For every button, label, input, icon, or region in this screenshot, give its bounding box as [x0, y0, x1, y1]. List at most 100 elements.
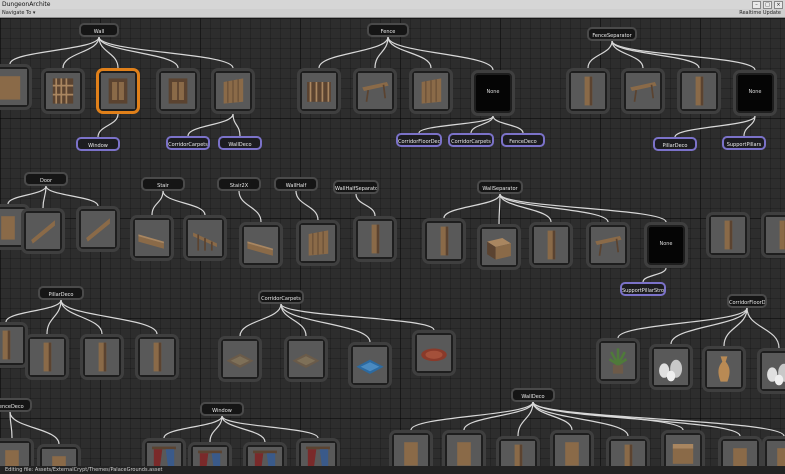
node-walldeco2[interactable]: WallDeco [511, 388, 555, 402]
mesh-tile[interactable] [296, 220, 340, 266]
mesh-tile[interactable] [96, 68, 140, 114]
node-fencesep[interactable]: FenceSeparator [587, 27, 637, 41]
mesh-tile[interactable] [76, 206, 120, 252]
mesh-thumbnail [101, 73, 135, 109]
node-to-tile-edge [670, 307, 748, 345]
mesh-tile-none[interactable]: None [471, 70, 515, 116]
mesh-thumbnail [591, 227, 625, 263]
node-window1[interactable]: Window [76, 137, 120, 151]
node-fence[interactable]: Fence [367, 23, 409, 37]
node-to-tile-edge [98, 36, 234, 69]
node-pillardeco2[interactable]: PillarDeco [38, 286, 84, 300]
mesh-tile[interactable] [586, 222, 630, 268]
mesh-tile[interactable] [25, 334, 69, 380]
mesh-thumbnail [762, 353, 785, 389]
mesh-tile[interactable] [218, 336, 262, 382]
thumb-art [101, 73, 135, 109]
mesh-tile[interactable] [284, 336, 328, 382]
node-wall[interactable]: Wall [79, 23, 119, 37]
thumb-art [414, 73, 448, 109]
node-to-tile-edge [280, 303, 307, 337]
node-wallsep[interactable]: WallSeparator [477, 180, 523, 194]
mesh-thumbnail [0, 69, 27, 105]
mesh-tile[interactable] [183, 215, 227, 261]
thumb-art [223, 341, 257, 377]
minimize-icon[interactable]: – [752, 1, 761, 9]
mesh-tile[interactable] [41, 68, 85, 114]
node-door[interactable]: Door [24, 172, 68, 186]
mesh-tile[interactable] [211, 68, 255, 114]
thumb-art [707, 351, 741, 387]
close-icon[interactable]: × [774, 1, 783, 9]
thumb-art [353, 347, 387, 383]
realtime-update-button[interactable]: Realtime Update [739, 9, 781, 17]
node-walldeco1[interactable]: WallDeco [218, 136, 262, 150]
mesh-thumbnail [707, 351, 741, 387]
thumb-art [591, 227, 625, 263]
node-window2[interactable]: Window [200, 402, 244, 416]
status-bar: Editing file: Assets/ExternalCrypt/Theme… [0, 466, 785, 474]
node-pillardeco1[interactable]: PillarDeco [653, 137, 697, 151]
mesh-tile[interactable] [477, 224, 521, 270]
node-fencedeco1[interactable]: FenceDeco [501, 133, 545, 147]
mesh-thumbnail [81, 211, 115, 247]
mesh-tile[interactable] [412, 330, 456, 376]
mesh-tile[interactable] [529, 222, 573, 268]
node-fencedeco2[interactable]: FenceDeco [0, 398, 32, 412]
mesh-tile[interactable] [135, 334, 179, 380]
mesh-tile[interactable] [422, 218, 466, 264]
node-wallhalf[interactable]: WallHalf [274, 177, 318, 191]
node-corridorcarpets3[interactable]: CorridorCarpets [258, 290, 304, 304]
mesh-tile[interactable] [0, 64, 32, 110]
editing-file-text: Editing file: Assets/ExternalCrypt/Theme… [5, 467, 163, 473]
mesh-tile[interactable] [130, 215, 174, 261]
mesh-thumbnail [188, 220, 222, 256]
mesh-tile[interactable] [596, 338, 640, 384]
node-supportpillarstrong[interactable]: SupportPillarStron [620, 282, 666, 296]
mesh-tile[interactable] [566, 68, 610, 114]
mesh-tile[interactable] [757, 348, 785, 394]
mesh-tile[interactable] [297, 68, 341, 114]
mesh-tile-none[interactable]: None [733, 70, 777, 116]
mesh-tile[interactable] [621, 68, 665, 114]
mesh-thumbnail [766, 217, 785, 253]
mesh-tile[interactable] [761, 212, 785, 258]
mesh-tile[interactable] [239, 222, 283, 268]
node-corridorcarpets1[interactable]: CorridorCarpets [166, 136, 210, 150]
mesh-thumbnail [353, 347, 387, 383]
mesh-tile-none[interactable]: None [644, 222, 688, 268]
navigate-dropdown[interactable]: Navigate To ▾ [2, 9, 35, 17]
mesh-tile[interactable] [353, 68, 397, 114]
mesh-tile[interactable] [706, 212, 750, 258]
node-wallhalfsep[interactable]: WallHalfSeparator [333, 180, 379, 194]
node-to-tile-edge [46, 299, 62, 335]
mesh-tile[interactable] [21, 208, 65, 254]
mesh-tile[interactable] [348, 342, 392, 388]
graph-canvas[interactable]: Wall Fence FenceSeparator Window CorridorCar… [0, 18, 785, 474]
node-to-tile-edge [499, 193, 552, 223]
mesh-tile[interactable] [353, 216, 397, 262]
mesh-thumbnail [414, 73, 448, 109]
maximize-icon[interactable]: □ [763, 1, 772, 9]
tile-to-child-edge [492, 115, 524, 134]
node-corridorfloordeco1[interactable]: CorridorFloorDeco [396, 133, 442, 147]
mesh-tile[interactable] [156, 68, 200, 114]
mesh-tile[interactable] [677, 68, 721, 114]
node-supportpillars[interactable]: SupportPillars [722, 136, 766, 150]
mesh-tile[interactable] [702, 346, 746, 392]
mesh-tile[interactable] [0, 322, 28, 368]
mesh-tile[interactable] [409, 68, 453, 114]
thumb-art [601, 343, 635, 379]
mesh-tile[interactable] [649, 344, 693, 390]
mesh-thumbnail [30, 339, 64, 375]
node-stair2x[interactable]: Stair2X [217, 177, 261, 191]
node-corridorfloordeco2[interactable]: CorridorFloorDe [727, 294, 767, 308]
node-to-tile-edge [499, 193, 609, 223]
thumb-art [216, 73, 250, 109]
mesh-thumbnail [244, 227, 278, 263]
none-label: None [486, 89, 500, 95]
node-stair[interactable]: Stair [141, 177, 185, 191]
mesh-tile[interactable] [80, 334, 124, 380]
node-to-tile-edge [60, 299, 103, 335]
node-corridorcarpets2[interactable]: CorridorCarpets [448, 133, 494, 147]
